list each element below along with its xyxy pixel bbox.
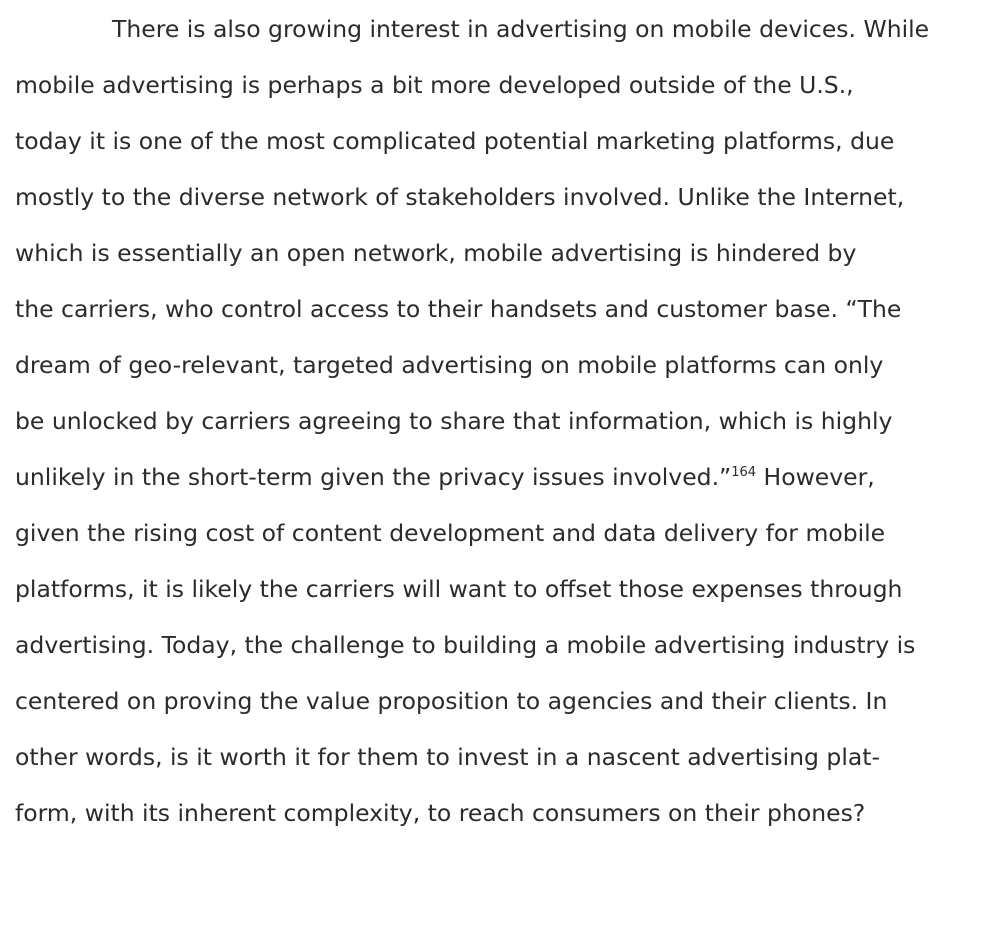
text-segment: unlikely in the short-term given the pri… <box>15 463 732 491</box>
text-line: advertising. Today, the challenge to bui… <box>15 631 916 659</box>
document-page: There is also growing interest in advert… <box>0 0 988 932</box>
text-line: the carriers, who control access to thei… <box>15 295 902 323</box>
text-line: mostly to the diverse network of stakeho… <box>15 183 905 211</box>
text-line: form, with its inherent complexity, to r… <box>15 799 866 827</box>
text-line: other words, is it worth it for them to … <box>15 743 880 771</box>
text-line-with-footnote: unlikely in the short-term given the pri… <box>15 448 983 504</box>
text-line: today it is one of the most complicated … <box>15 127 895 155</box>
text-line: centered on proving the value propositio… <box>15 687 888 715</box>
footnote-reference[interactable]: 164 <box>731 465 756 480</box>
text-segment: However, <box>756 463 875 491</box>
text-line: mobile advertising is perhaps a bit more… <box>15 71 854 99</box>
body-paragraph: There is also growing interest in advert… <box>15 0 983 840</box>
text-line: given the rising cost of content develop… <box>15 519 886 547</box>
text-line: There is also growing interest in advert… <box>112 15 930 43</box>
text-line: dream of geo-relevant, targeted advertis… <box>15 351 884 379</box>
text-line: which is essentially an open network, mo… <box>15 239 857 267</box>
text-line: platforms, it is likely the carriers wil… <box>15 575 903 603</box>
text-line: be unlocked by carriers agreeing to shar… <box>15 407 893 435</box>
